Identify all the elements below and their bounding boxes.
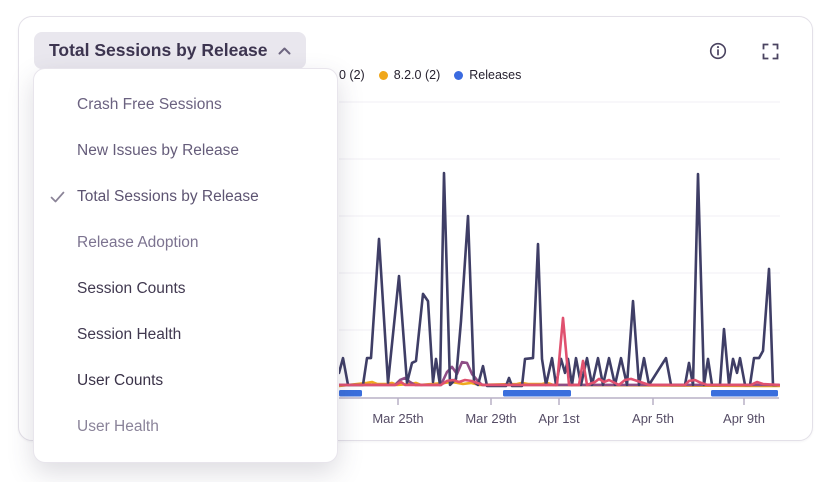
info-button[interactable] [707,40,729,62]
menu-item-session-counts[interactable]: Session Counts [34,266,337,312]
checkmark-icon [50,191,65,203]
menu-item-label: Crash Free Sessions [77,96,222,114]
x-axis-labels: Mar 25thMar 29thApr 1stApr 5thApr 9th [339,411,780,431]
menu-item-label: Release Adoption [77,234,199,252]
menu-item-user-health[interactable]: User Health [34,404,337,450]
fullscreen-icon [762,43,779,60]
expand-button[interactable] [759,40,781,62]
release-bar[interactable] [339,390,362,397]
x-axis-label: Apr 9th [702,411,786,426]
widget-type-menu: Crash Free Sessions New Issues by Release… [33,68,338,463]
legend-dot-icon [379,71,388,80]
sessions-chart[interactable] [339,96,780,410]
menu-item-label: User Health [77,418,159,436]
chevron-up-icon [278,47,291,55]
menu-item-label: Session Counts [77,280,186,298]
release-bar[interactable] [711,390,778,397]
x-axis-label: Apr 1st [517,411,601,426]
x-axis-label: Mar 25th [356,411,440,426]
widget-title-dropdown-button[interactable]: Total Sessions by Release [34,32,306,69]
legend-item[interactable]: Releases [454,68,521,82]
menu-item-new-issues-by-release[interactable]: New Issues by Release [34,128,337,174]
series-line[interactable] [339,173,777,386]
menu-item-total-sessions-by-release[interactable]: Total Sessions by Release [34,174,337,220]
menu-item-label: User Counts [77,372,163,390]
menu-item-label: Total Sessions by Release [77,188,259,206]
legend-label: Releases [469,68,521,82]
menu-item-label: Session Health [77,326,181,344]
widget-title: Total Sessions by Release [49,40,268,61]
legend-item-truncated[interactable]: 0 (2) [339,68,365,82]
release-bar[interactable] [503,390,571,397]
menu-item-release-adoption[interactable]: Release Adoption [34,220,337,266]
legend-label: 0 (2) [339,68,365,82]
menu-item-crash-free-sessions[interactable]: Crash Free Sessions [34,82,337,128]
info-icon [709,42,727,60]
chart-legend: 0 (2) 8.2.0 (2) Releases [339,66,521,84]
menu-item-user-counts[interactable]: User Counts [34,358,337,404]
menu-item-label: New Issues by Release [77,142,239,160]
x-axis-label: Apr 5th [611,411,695,426]
legend-label: 8.2.0 (2) [394,68,441,82]
legend-dot-icon [454,71,463,80]
legend-item[interactable]: 8.2.0 (2) [379,68,441,82]
menu-item-session-health[interactable]: Session Health [34,312,337,358]
